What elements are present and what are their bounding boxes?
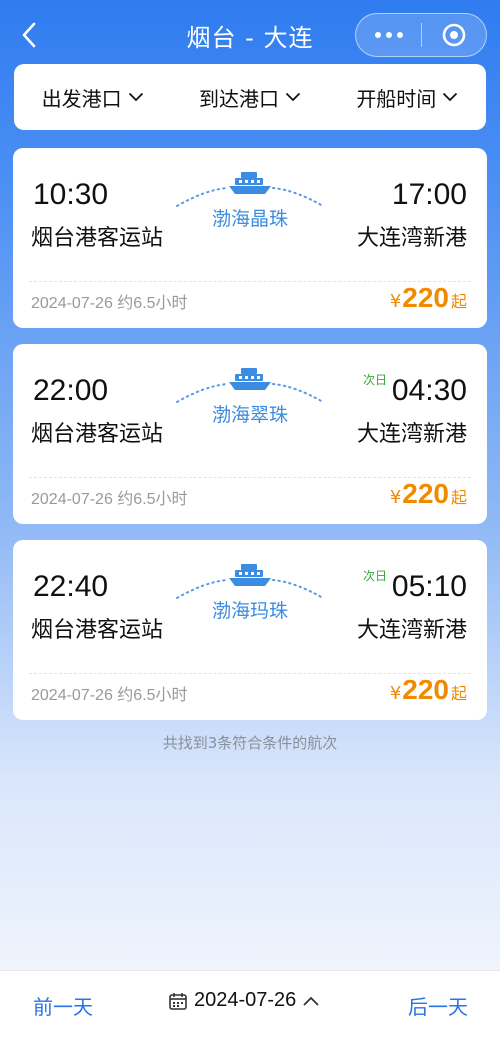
- departure-time: 22:00: [33, 374, 109, 407]
- arrival-time: 05:10: [391, 570, 467, 603]
- next-day-button[interactable]: 后一天: [408, 991, 468, 1020]
- ship-info: 渤海玛珠: [175, 560, 325, 630]
- next-day-badge: 次日: [362, 569, 387, 583]
- price: ¥ 220 起: [390, 282, 467, 314]
- price-suffix: 起: [450, 292, 467, 311]
- arrival-time: 04:30: [391, 374, 467, 407]
- results-summary: 共找到3条符合条件的航次: [162, 734, 338, 752]
- departure-time: 22:40: [33, 570, 109, 603]
- arrival-port: 大连湾新港: [356, 422, 467, 447]
- voyage-card[interactable]: 22:00 烟台港客运站 渤海翠珠 次日 04:30 大连湾新港 2024-07…: [13, 344, 487, 524]
- arrival-time: 17:00: [391, 178, 467, 211]
- dot-icon: [374, 32, 381, 38]
- date-navigation-bar: 前一天 2024-07-26 后一天: [0, 970, 500, 1039]
- miniprogram-capsule: [355, 13, 487, 57]
- filter-label: 到达港口: [198, 86, 279, 111]
- calendar-icon: [169, 992, 187, 1010]
- voyage-date-duration: 2024-07-26 约6.5小时: [31, 491, 188, 508]
- price-value: 220: [402, 478, 449, 509]
- price: ¥ 220 起: [390, 674, 467, 706]
- chevron-down-icon: [128, 92, 143, 102]
- filter-arrival-port[interactable]: 到达港口: [171, 83, 328, 112]
- filter-label: 出发港口: [41, 86, 122, 111]
- departure-time: 10:30: [33, 178, 109, 211]
- ship-info: 渤海晶珠: [175, 168, 325, 238]
- price-currency: ¥: [389, 683, 402, 704]
- voyage-date-duration: 2024-07-26 约6.5小时: [31, 295, 188, 312]
- ship-name: 渤海晶珠: [211, 208, 288, 230]
- voyage-card[interactable]: 10:30 烟台港客运站 渤海晶珠 17:00 大连湾新港 2024-07-26…: [13, 148, 487, 328]
- selected-date: 2024-07-26: [194, 989, 297, 1011]
- price-currency: ¥: [389, 487, 402, 508]
- price: ¥ 220 起: [390, 478, 467, 510]
- more-button[interactable]: [356, 13, 421, 57]
- departure-port: 烟台港客运站: [31, 226, 164, 251]
- arrival-port: 大连湾新港: [356, 226, 467, 251]
- ship-name: 渤海翠珠: [211, 404, 288, 426]
- chevron-down-icon: [443, 92, 458, 102]
- ship-icon: [229, 172, 271, 194]
- price-suffix: 起: [450, 488, 467, 507]
- price-currency: ¥: [389, 291, 402, 312]
- nav-header: 烟台 - 大连: [0, 0, 500, 70]
- dot-icon: [385, 32, 392, 38]
- departure-port: 烟台港客运站: [31, 618, 164, 643]
- filter-departure-port[interactable]: 出发港口: [14, 83, 171, 112]
- date-picker-button[interactable]: 2024-07-26: [168, 989, 320, 1012]
- ship-icon: [229, 368, 271, 390]
- voyage-card[interactable]: 22:40 烟台港客运站 渤海玛珠 次日 05:10 大连湾新港 2024-07…: [13, 540, 487, 720]
- filter-label: 开船时间: [356, 86, 437, 111]
- prev-day-button[interactable]: 前一天: [33, 991, 93, 1020]
- price-value: 220: [402, 282, 449, 313]
- filter-bar: 出发港口 到达港口 开船时间: [14, 64, 486, 130]
- departure-port: 烟台港客运站: [31, 422, 164, 447]
- voyage-date-duration: 2024-07-26 约6.5小时: [31, 687, 188, 704]
- target-close-icon: [442, 23, 466, 47]
- ship-icon: [229, 564, 271, 586]
- price-value: 220: [402, 674, 449, 705]
- next-day-badge: 次日: [362, 373, 387, 387]
- close-miniprogram-button[interactable]: [422, 13, 486, 57]
- ship-name: 渤海玛珠: [211, 600, 288, 622]
- price-suffix: 起: [450, 684, 467, 703]
- filter-departure-time[interactable]: 开船时间: [329, 83, 486, 112]
- dot-icon: [396, 32, 403, 38]
- chevron-up-icon: [303, 996, 319, 1006]
- chevron-down-icon: [285, 92, 301, 102]
- ship-info: 渤海翠珠: [175, 364, 325, 434]
- arrival-port: 大连湾新港: [356, 618, 467, 643]
